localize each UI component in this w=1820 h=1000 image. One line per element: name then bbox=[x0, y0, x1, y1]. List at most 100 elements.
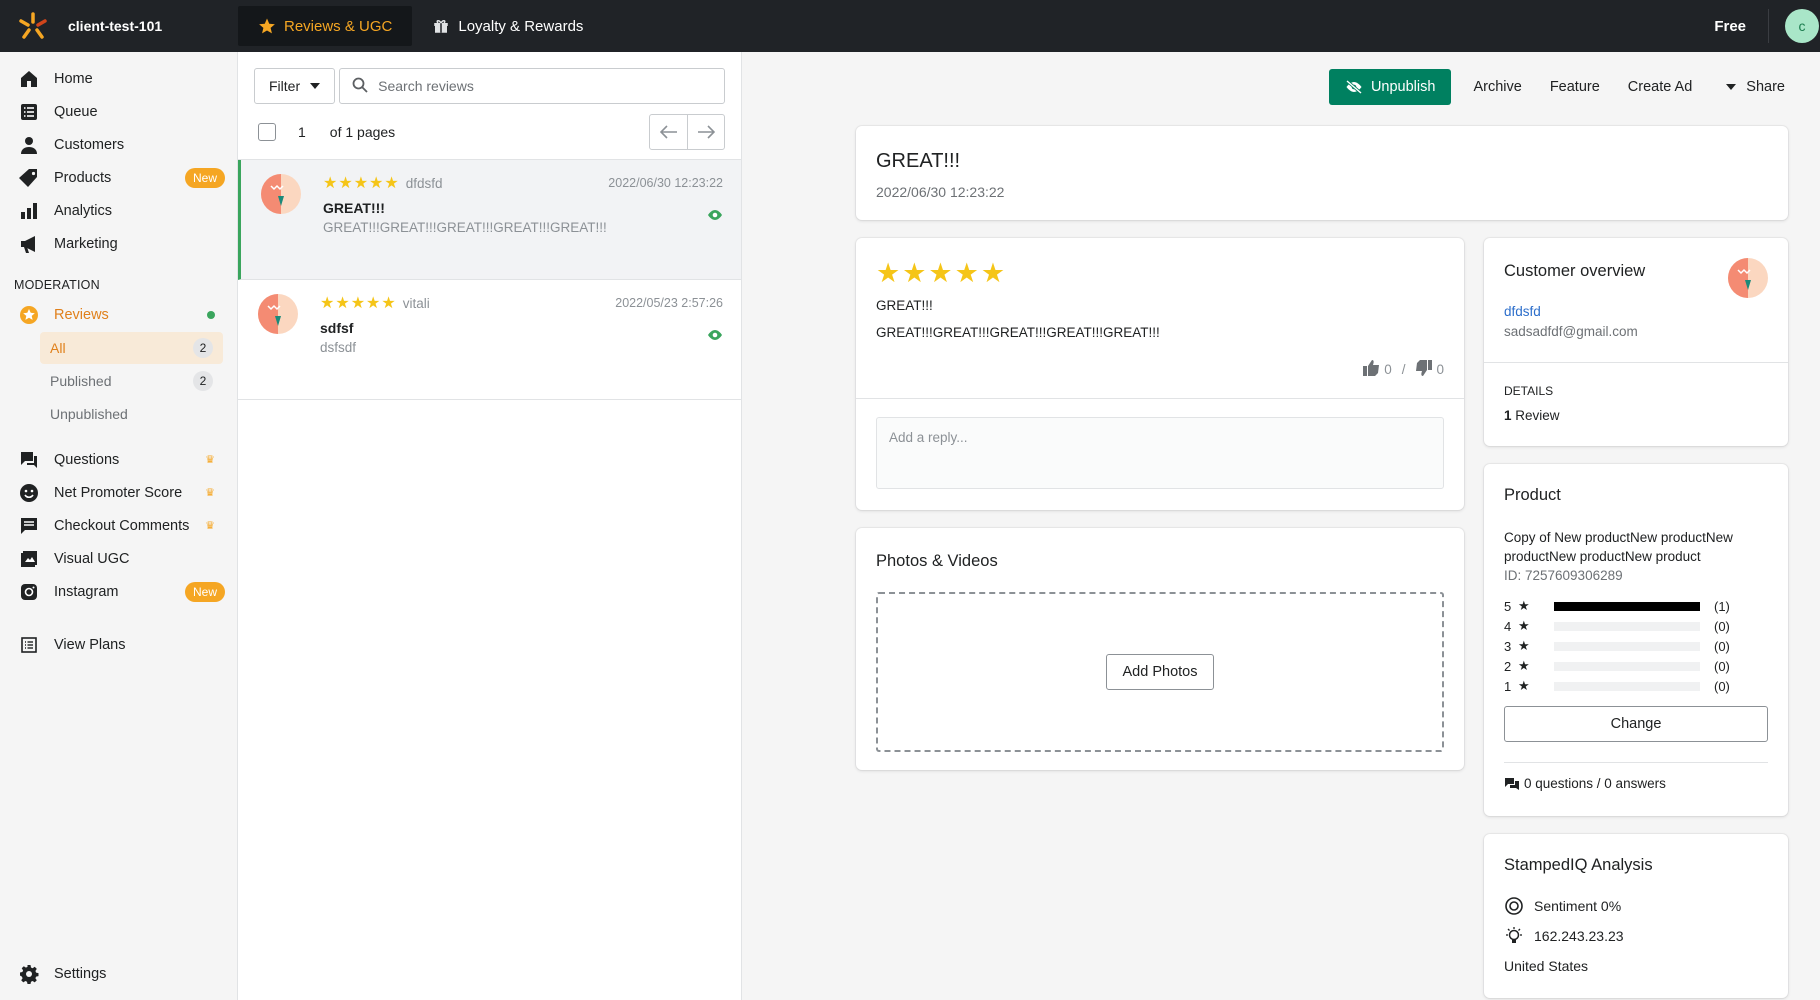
sidebar-item-questions[interactable]: Questions ♛ bbox=[0, 443, 237, 476]
sidebar-subitem-unpublished[interactable]: Unpublished bbox=[40, 398, 223, 430]
sidebar-subitem-published[interactable]: Published 2 bbox=[40, 365, 223, 397]
votes-separator: / bbox=[1401, 362, 1406, 377]
person-icon bbox=[18, 134, 40, 156]
rating-bar bbox=[1554, 661, 1700, 671]
review-date: 2022/05/23 2:57:26 bbox=[615, 296, 723, 310]
review-header-card: GREAT!!! 2022/06/30 12:23:22 bbox=[856, 126, 1788, 220]
comments-icon bbox=[1504, 777, 1520, 791]
sidebar-item-nps[interactable]: Net Promoter Score ♛ bbox=[0, 476, 237, 509]
create-ad-button[interactable]: Create Ad bbox=[1622, 79, 1699, 95]
next-page-button[interactable] bbox=[687, 114, 724, 149]
prev-page-button[interactable] bbox=[650, 115, 687, 149]
sentiment-icon bbox=[1504, 896, 1526, 916]
sidebar-subitem-all[interactable]: All 2 bbox=[40, 332, 223, 364]
brand[interactable]: client-test-101 bbox=[0, 0, 238, 52]
tab-loyalty-rewards[interactable]: Loyalty & Rewards bbox=[412, 6, 603, 46]
divider bbox=[856, 398, 1464, 489]
review-body: GREAT!!!GREAT!!!GREAT!!!GREAT!!!GREAT!!! bbox=[876, 325, 1160, 340]
sidebar-item-view-plans[interactable]: View Plans bbox=[0, 628, 237, 661]
sidebar-item-home[interactable]: Home bbox=[0, 62, 237, 95]
share-button[interactable]: Share bbox=[1720, 79, 1791, 95]
rating-row: 2 ★ (0) bbox=[1504, 656, 1730, 676]
reviewer-avatar bbox=[261, 174, 301, 214]
qa-count[interactable]: 0 questions / 0 answers bbox=[1524, 776, 1666, 791]
sidebar-item-label: Instagram bbox=[54, 583, 119, 600]
plan-label[interactable]: Free bbox=[1692, 9, 1769, 43]
rating-star-number: 2 bbox=[1504, 658, 1512, 674]
unpublish-button[interactable]: Unpublish bbox=[1328, 69, 1452, 105]
sidebar-item-label: Reviews bbox=[54, 306, 109, 323]
sidebar-item-reviews[interactable]: Reviews bbox=[0, 298, 237, 331]
filter-button[interactable]: Filter bbox=[254, 68, 336, 104]
customer-email: sadsadfdf@gmail.com bbox=[1504, 324, 1638, 339]
user-avatar[interactable]: c bbox=[1785, 9, 1819, 43]
bar-chart-icon bbox=[18, 200, 40, 222]
status-dot bbox=[207, 310, 215, 319]
thumbs-up-icon[interactable] bbox=[1363, 360, 1380, 379]
thumbs-down-icon[interactable] bbox=[1415, 360, 1433, 379]
gift-icon bbox=[432, 17, 450, 35]
search-box[interactable] bbox=[339, 68, 725, 104]
sidebar-item-label: View Plans bbox=[54, 636, 126, 653]
tab-reviews-ugc[interactable]: Reviews & UGC bbox=[238, 6, 413, 46]
sidebar-item-checkout-comments[interactable]: Checkout Comments ♛ bbox=[0, 509, 237, 542]
reply-input[interactable] bbox=[877, 418, 1443, 488]
review-list-item[interactable]: ★★★★★ dfdsfd 2022/06/30 12:23:22 GREAT!!… bbox=[238, 160, 741, 280]
photos-videos-title: Photos & Videos bbox=[876, 552, 998, 570]
sidebar-item-queue[interactable]: Queue bbox=[0, 95, 237, 128]
lightbulb-icon bbox=[1504, 926, 1526, 946]
arrow-right-icon bbox=[698, 124, 715, 139]
reply-box[interactable] bbox=[876, 417, 1444, 489]
review-rating-stars: ★★★★★ bbox=[876, 258, 1008, 288]
sidebar-item-instagram[interactable]: Instagram New bbox=[0, 575, 237, 608]
unpublish-label: Unpublish bbox=[1370, 79, 1436, 95]
moderation-section-title: MODERATION bbox=[14, 278, 100, 292]
star-icon: ★ bbox=[1518, 658, 1530, 673]
tab-label: Reviews & UGC bbox=[284, 17, 393, 35]
crown-icon: ♛ bbox=[205, 454, 215, 466]
sidebar-item-products[interactable]: Products New bbox=[0, 161, 237, 194]
select-all-checkbox[interactable] bbox=[258, 122, 276, 141]
smiley-icon bbox=[18, 482, 40, 504]
search-input[interactable] bbox=[378, 78, 724, 94]
sidebar-item-visual-ugc[interactable]: Visual UGC bbox=[0, 542, 237, 575]
new-badge: New bbox=[184, 581, 225, 602]
change-product-button[interactable]: Change bbox=[1504, 706, 1768, 742]
rating-count: (0) bbox=[1714, 678, 1730, 694]
feature-button[interactable]: Feature bbox=[1544, 79, 1606, 95]
product-name[interactable]: Copy of New productNew productNew produc… bbox=[1504, 528, 1768, 566]
sidebar-subitem-label: Published bbox=[50, 373, 112, 389]
star-icon: ★ bbox=[1518, 618, 1530, 633]
sidebar-subitem-label: All bbox=[50, 340, 66, 356]
sidebar-subitem-label: Unpublished bbox=[50, 406, 128, 422]
review-author: vitali bbox=[402, 295, 430, 311]
review-list-item[interactable]: ★★★★★ vitali 2022/05/23 2:57:26 sdfsf ds… bbox=[238, 280, 741, 400]
sidebar-item-customers[interactable]: Customers bbox=[0, 128, 237, 161]
archive-button[interactable]: Archive bbox=[1467, 79, 1527, 95]
count-badge: 2 bbox=[193, 338, 213, 358]
rating-star-number: 3 bbox=[1504, 638, 1512, 654]
caret-down-icon bbox=[1726, 84, 1737, 90]
page-number[interactable]: 1 bbox=[298, 124, 306, 140]
rating-bar bbox=[1554, 601, 1700, 611]
sidebar-item-analytics[interactable]: Analytics bbox=[0, 194, 237, 227]
sidebar-item-label: Visual UGC bbox=[54, 550, 130, 567]
photo-dropzone[interactable]: Add Photos bbox=[876, 592, 1444, 752]
add-photos-button[interactable]: Add Photos bbox=[1105, 654, 1215, 690]
details-label: DETAILS bbox=[1504, 384, 1554, 398]
store-name: client-test-101 bbox=[68, 18, 163, 34]
customer-overview-title: Customer overview bbox=[1504, 262, 1646, 280]
eye-icon[interactable] bbox=[707, 328, 723, 344]
sidebar-item-marketing[interactable]: Marketing bbox=[0, 227, 237, 260]
customer-name-link[interactable]: dfdsfd bbox=[1504, 304, 1541, 319]
photos-videos-card: Photos & Videos Add Photos bbox=[856, 528, 1464, 770]
rating-stars: ★★★★★ bbox=[323, 175, 400, 192]
eye-icon[interactable] bbox=[707, 208, 723, 224]
sidebar-item-settings[interactable]: Settings bbox=[0, 957, 237, 990]
sentiment-value: Sentiment 0% bbox=[1534, 898, 1622, 914]
sidebar: Home Queue Customers Products New Analyt… bbox=[0, 52, 238, 1000]
chat-icon bbox=[18, 449, 40, 471]
rating-distribution: 5 ★ (1) 4 ★ (0) 3 ★ (0) 2 ★ (0) 1 ★ (0) bbox=[1504, 596, 1730, 696]
review-list-panel: Filter 1 of 1 pages ★★★★★ dfdsfd 2022/06… bbox=[238, 52, 742, 1000]
eye-slash-icon bbox=[1345, 80, 1363, 94]
